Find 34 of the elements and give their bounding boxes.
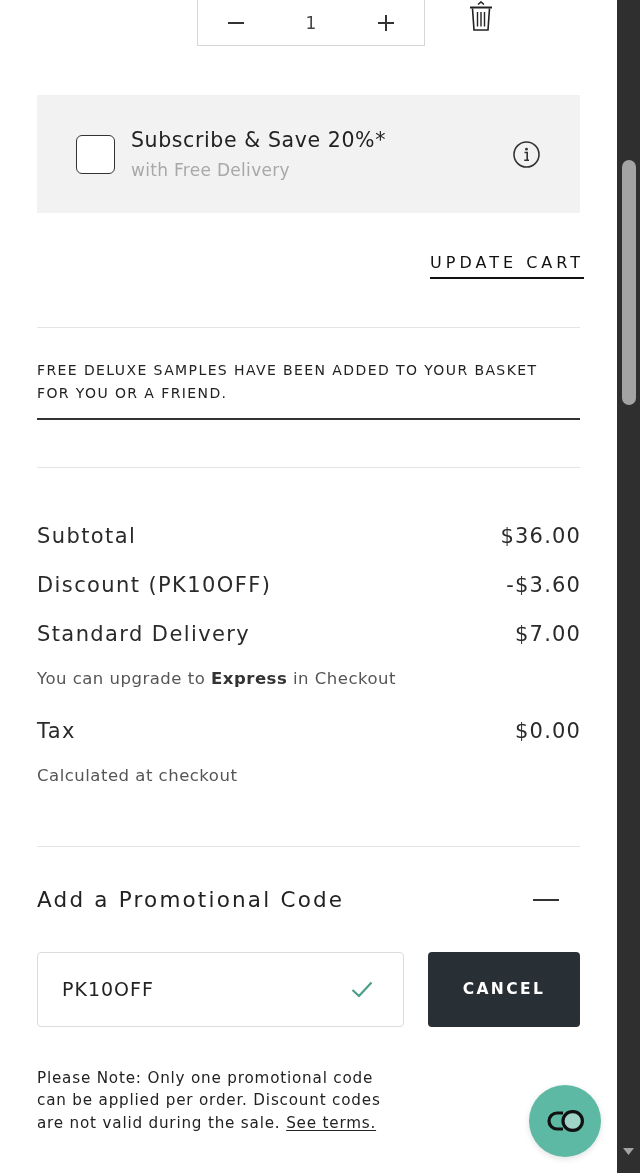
summary-value: $0.00 — [515, 717, 582, 744]
summary-value: -$3.60 — [506, 571, 582, 598]
plus-icon — [378, 14, 394, 31]
samples-notice: FREE DELUXE SAMPLES HAVE BEEN ADDED TO YOUR BASKET FOR YOU OR A FRIEND. — [37, 361, 539, 403]
summary-value: $36.00 — [500, 522, 582, 549]
subscribe-title: Subscribe & Save 20%* — [131, 126, 386, 153]
scrollbar-thumb[interactable] — [621, 160, 636, 405]
delete-button[interactable] — [469, 1, 493, 31]
minus-icon — [533, 898, 559, 901]
info-icon — [513, 140, 540, 168]
subscribe-checkbox[interactable] — [76, 134, 115, 174]
summary-label: Subtotal — [37, 522, 137, 549]
subscribe-subtitle: with Free Delivery — [131, 158, 291, 182]
promo-code-field[interactable]: PK10OFF — [37, 951, 404, 1027]
collapse-button[interactable] — [533, 898, 559, 901]
promo-title: Add a Promotional Code — [37, 885, 345, 914]
quantity-value: 1 — [305, 11, 317, 34]
minus-icon — [228, 21, 244, 24]
summary-note: Calculated at checkout — [37, 765, 239, 786]
trash-icon — [469, 1, 493, 31]
summary-label: Discount (PK10OFF) — [37, 571, 272, 598]
see-terms-link[interactable]: See terms. — [286, 1113, 377, 1132]
toggle-icon — [546, 1110, 584, 1132]
summary-note: You can upgrade to Express in Checkout — [37, 668, 397, 689]
floating-action-button[interactable] — [529, 1085, 601, 1157]
info-button[interactable] — [513, 140, 540, 168]
promo-note: Please Note: Only one promotional code can be applied per order. Discount codes are not valid during the sale. See terms. — [37, 1067, 382, 1134]
summary-label: Tax — [37, 717, 76, 744]
summary-label: Standard Delivery — [37, 620, 251, 647]
cancel-button[interactable]: CANCEL — [428, 951, 580, 1027]
summary-value: $7.00 — [515, 620, 582, 647]
down-arrow-icon[interactable] — [623, 1148, 634, 1155]
quantity-stepper[interactable]: 1 — [197, 0, 425, 46]
update-cart-button[interactable]: UPDATE CART — [430, 253, 584, 279]
